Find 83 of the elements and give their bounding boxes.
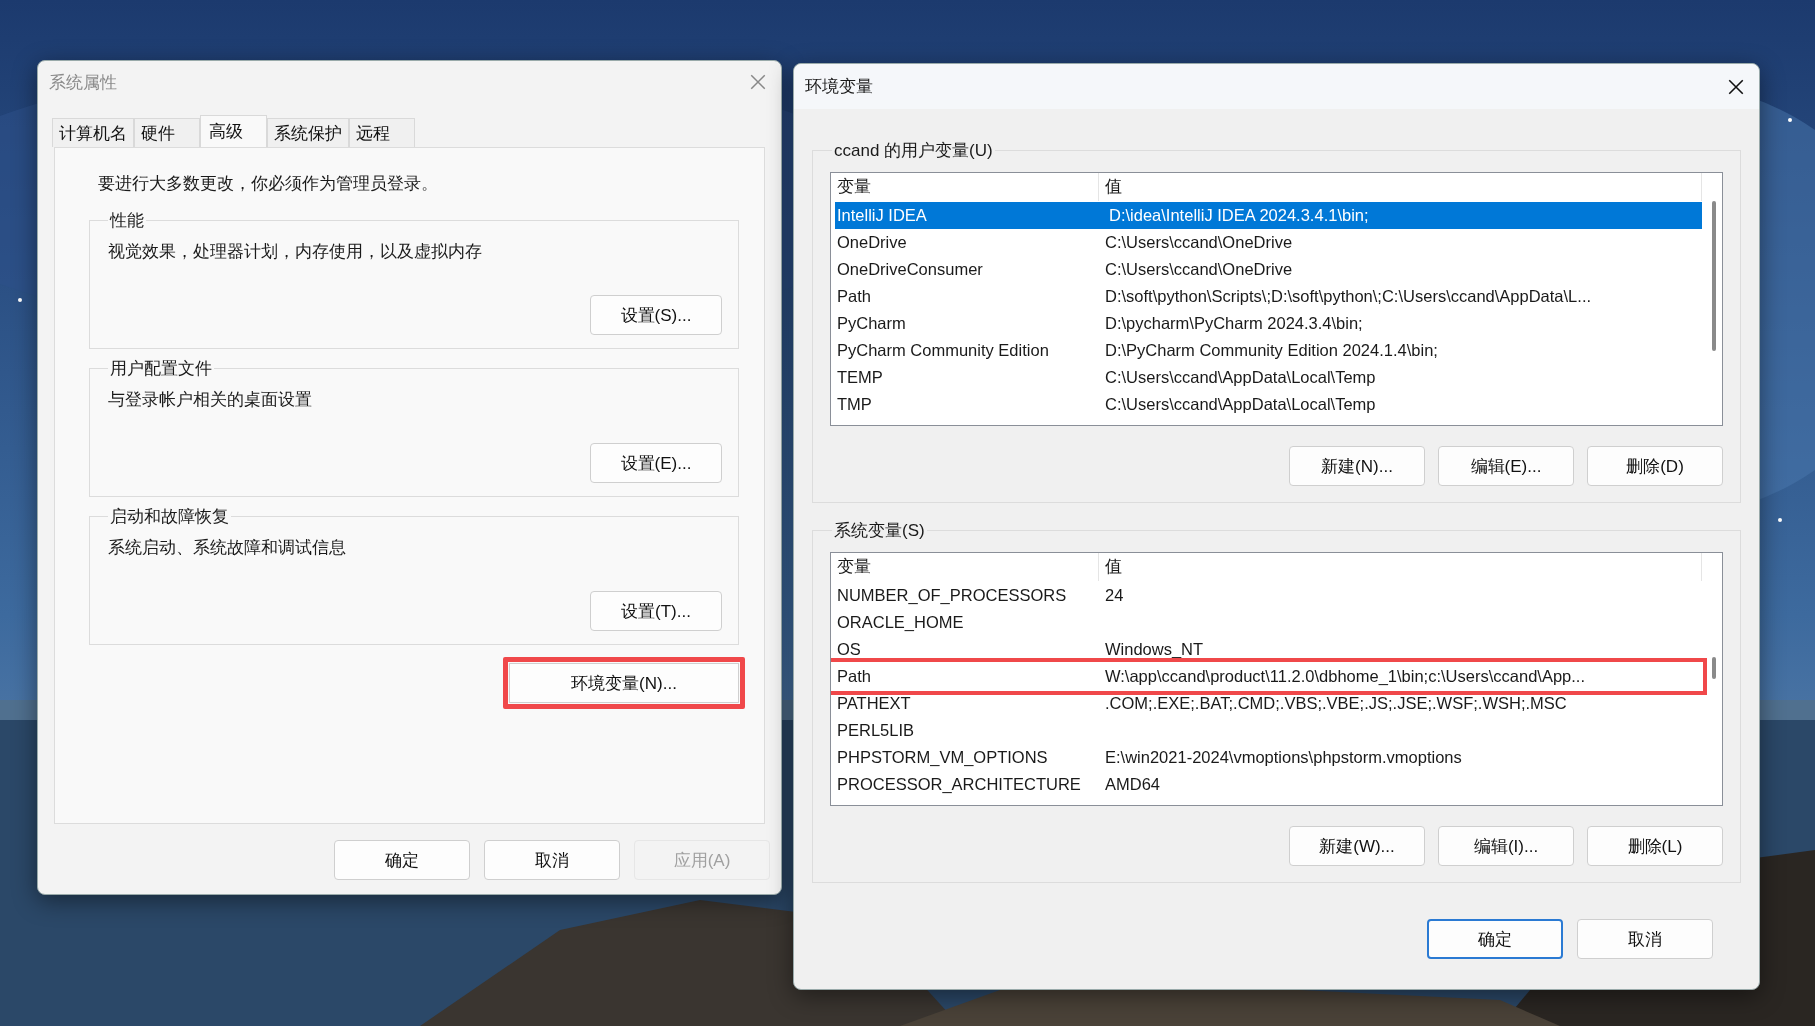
settings-button[interactable]: 设置(E)... [590, 443, 722, 483]
table-cell-text: .COM;.EXE;.BAT;.CMD;.VBS;.VBE;.JS;.JSE;.WSF;.WSH;.MSC [1104, 694, 1568, 713]
dialog-button[interactable]: 确定 [334, 840, 470, 880]
table-cell-text: NUMBER_OF_PROCESSORS [836, 586, 1068, 605]
tab[interactable]: 系统保护 [267, 118, 349, 147]
table-cell-text: C:\Users\ccand\OneDrive [1104, 233, 1294, 252]
settings-button[interactable]: 设置(T)... [590, 591, 722, 631]
dialog-button[interactable]: 取消 [484, 840, 620, 880]
list-action-button[interactable]: 新建(W)... [1289, 826, 1425, 866]
group-description: 系统启动、系统故障和调试信息 [108, 537, 347, 559]
list-row[interactable]: Path W:\app\ccand\product\11.2.0\dbhome_1\bin;c:\Users\ccand\App... [831, 663, 1702, 690]
table-cell-text: PERL5LIB [836, 721, 916, 740]
list-action-button[interactable]: 新建(N)... [1289, 446, 1425, 486]
table-cell-text: W:\app\ccand\product\11.2.0\dbhome_1\bin;c:\Users\ccand\App... [1104, 667, 1586, 686]
group-title: 性能 [108, 210, 145, 232]
table-cell-text: PyCharm Community Edition [836, 341, 1050, 360]
column-header[interactable]: 值 [1099, 173, 1702, 201]
list-row[interactable]: PyCharm Community Edition D:\PyCharm Community Edition 2024.1.4\bin; [831, 337, 1702, 364]
tab[interactable]: 计算机名 [52, 118, 134, 147]
list-row[interactable]: OS Windows_NT [831, 636, 1702, 663]
table-cell-text: AMD64 [1104, 775, 1162, 794]
table-cell-text: E:\win2021-2024\vmoptions\phpstorm.vmoptions [1104, 748, 1463, 767]
group-description: 视觉效果，处理器计划，内存使用，以及虚拟内存 [108, 241, 483, 263]
list-action-button[interactable]: 编辑(E)... [1438, 446, 1574, 486]
table-cell-text: TEMP [836, 368, 884, 387]
list-action-button[interactable]: 删除(L) [1587, 826, 1723, 866]
table-cell-text: Path [836, 667, 872, 686]
group-description: 与登录帐户相关的桌面设置 [108, 389, 313, 411]
list-row[interactable]: Path D:\soft\python\Scripts\;D:\soft\python\;C:\Users\ccand\AppData\L... [831, 283, 1702, 310]
table-cell-text: ORACLE_HOME [836, 613, 965, 632]
dialog-button[interactable]: 确定 [1427, 919, 1563, 959]
list-row[interactable]: ORACLE_HOME [831, 609, 1702, 636]
column-header[interactable]: 变量 [831, 553, 1099, 581]
list-row[interactable]: IntelliJ IDEA D:\idea\IntelliJ IDEA 2024.3.4.1\bin; [835, 202, 1702, 229]
environment-variables-button[interactable]: 环境变量(N)... [509, 663, 739, 703]
list-row[interactable]: OneDriveConsumer C:\Users\ccand\OneDrive [831, 256, 1702, 283]
close-icon[interactable] [1727, 77, 1745, 96]
table-cell-text: PyCharm [836, 314, 907, 333]
table-cell-text: TMP [836, 395, 873, 414]
window-title: 环境变量 [805, 76, 873, 98]
table-cell-text: PATHEXT [836, 694, 912, 713]
list-row[interactable]: PERL5LIB [831, 717, 1702, 744]
admin-note: 要进行大多数更改，你必须作为管理员登录。 [98, 173, 439, 195]
list-row[interactable]: NUMBER_OF_PROCESSORS 24 [831, 582, 1702, 609]
tab[interactable]: 高级 [200, 115, 267, 147]
scrollbar-thumb[interactable] [1712, 201, 1716, 351]
window-title: 系统属性 [49, 71, 117, 94]
list-row[interactable]: PyCharm D:\pycharm\PyCharm 2024.3.4\bin; [831, 310, 1702, 337]
tab[interactable]: 远程 [349, 118, 415, 147]
table-cell-text: OS [836, 640, 862, 659]
table-cell-text: D:\soft\python\Scripts\;D:\soft\python\;C:\Users\ccand\AppData\L... [1104, 287, 1593, 306]
table-cell-text: D:\PyCharm Community Edition 2024.1.4\bin; [1104, 341, 1439, 360]
list-row[interactable]: PROCESSOR_ARCHITECTURE AMD64 [831, 771, 1702, 798]
table-cell-text: Path [836, 287, 872, 306]
column-header[interactable]: 变量 [831, 173, 1099, 201]
table-cell-text: D:\idea\IntelliJ IDEA 2024.3.4.1\bin; [1108, 206, 1370, 225]
table-cell-text: D:\pycharm\PyCharm 2024.3.4\bin; [1104, 314, 1364, 333]
table-cell-text: PROCESSOR_ARCHITECTURE [836, 775, 1082, 794]
table-cell-text: C:\Users\ccand\AppData\Local\Temp [1104, 368, 1377, 387]
table-cell-text: C:\Users\ccand\OneDrive [1104, 260, 1294, 279]
dialog-button[interactable]: 取消 [1577, 919, 1713, 959]
table-cell-text: OneDrive [836, 233, 908, 252]
column-header[interactable]: 值 [1099, 553, 1702, 581]
group-title: 启动和故障恢复 [109, 506, 230, 528]
table-cell-text: IntelliJ IDEA [836, 206, 928, 225]
table-cell-text: OneDriveConsumer [836, 260, 984, 279]
tab[interactable]: 硬件 [134, 118, 200, 147]
settings-button[interactable]: 设置(S)... [590, 295, 722, 335]
group-title: 系统变量(S) [833, 520, 926, 542]
group-title: 用户配置文件 [109, 358, 213, 380]
list-action-button[interactable]: 编辑(I)... [1438, 826, 1574, 866]
list-row[interactable]: TMP C:\Users\ccand\AppData\Local\Temp [831, 391, 1702, 418]
group-title: ccand 的用户变量(U) [833, 140, 994, 162]
table-cell-text: Windows_NT [1104, 640, 1205, 659]
list-row[interactable]: PHPSTORM_VM_OPTIONS E:\win2021-2024\vmoptions\phpstorm.vmoptions [831, 744, 1702, 771]
table-cell-text: C:\Users\ccand\AppData\Local\Temp [1104, 395, 1377, 414]
list-row[interactable]: PATHEXT .COM;.EXE;.BAT;.CMD;.VBS;.VBE;.JS;.JSE;.WSF;.WSH;.MSC [831, 690, 1702, 717]
table-cell-text: 24 [1104, 586, 1125, 605]
scrollbar-thumb[interactable] [1712, 657, 1716, 679]
list-row[interactable]: TEMP C:\Users\ccand\AppData\Local\Temp [831, 364, 1702, 391]
list-row[interactable]: OneDrive C:\Users\ccand\OneDrive [831, 229, 1702, 256]
table-cell-text: PHPSTORM_VM_OPTIONS [836, 748, 1049, 767]
list-action-button[interactable]: 删除(D) [1587, 446, 1723, 486]
